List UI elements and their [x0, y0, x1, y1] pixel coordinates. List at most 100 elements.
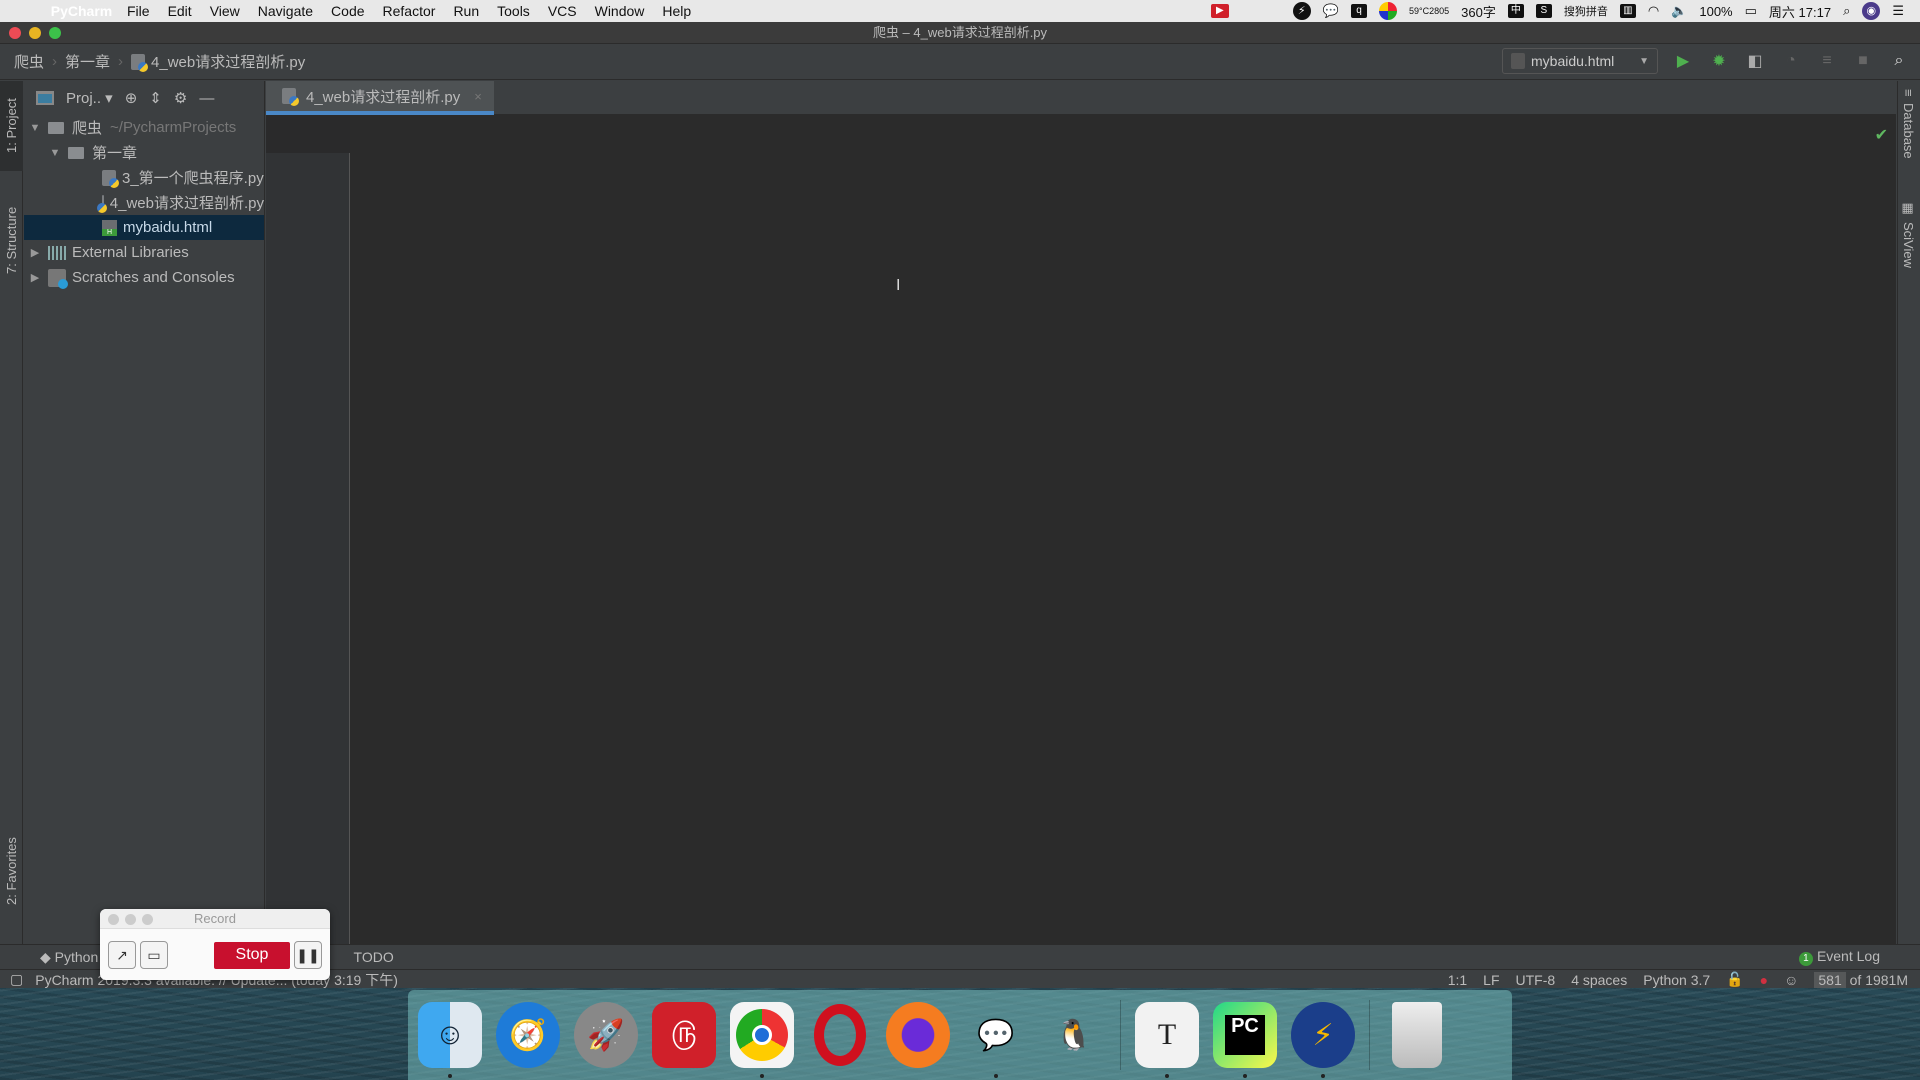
- debug-icon[interactable]: ✹: [1708, 50, 1730, 72]
- lock-icon[interactable]: 🔓: [1726, 971, 1743, 988]
- ime-icon[interactable]: 中: [1507, 4, 1524, 18]
- event-log-button[interactable]: 1 Event Log: [1798, 948, 1920, 966]
- project-view-dropdown[interactable]: Proj.. ▾: [66, 89, 113, 107]
- menu-window[interactable]: Window: [586, 3, 654, 19]
- tab-project[interactable]: 1: Project: [0, 81, 23, 171]
- menu-vcs[interactable]: VCS: [539, 3, 586, 19]
- dock-pycharm-icon[interactable]: PC: [1213, 1002, 1277, 1078]
- dock-thunder-icon[interactable]: ⚡: [1291, 1002, 1355, 1078]
- flash-icon[interactable]: ⚡: [1292, 2, 1311, 20]
- minimize-button[interactable]: [29, 27, 41, 39]
- battery-percent[interactable]: 100%: [1699, 4, 1732, 19]
- menu-refactor[interactable]: Refactor: [374, 3, 445, 19]
- tree-item-root[interactable]: ▼ 爬虫 ~/PycharmProjects: [24, 115, 264, 140]
- menu-edit[interactable]: Edit: [159, 3, 201, 19]
- menu-code[interactable]: Code: [322, 3, 373, 19]
- tool-todo[interactable]: TODO: [354, 949, 394, 965]
- tree-item-file-selected[interactable]: mybaidu.html: [24, 215, 264, 240]
- dock-chrome-icon[interactable]: [730, 1002, 794, 1078]
- tree-item-scratches[interactable]: ▶ Scratches and Consoles: [24, 265, 264, 290]
- siri-icon[interactable]: ◉: [1862, 2, 1881, 20]
- menu-run[interactable]: Run: [444, 3, 488, 19]
- stop-icon[interactable]: ■: [1852, 50, 1874, 72]
- breadcrumb-item[interactable]: 4_web请求过程剖析.py: [151, 51, 305, 72]
- pause-icon[interactable]: ❚❚: [294, 941, 322, 969]
- wifi-icon[interactable]: ◠: [1648, 3, 1659, 19]
- run-icon[interactable]: ▶: [1672, 50, 1694, 72]
- wechat-icon[interactable]: 💬: [1323, 3, 1339, 19]
- sogou-label[interactable]: 搜狗拼音: [1564, 3, 1608, 19]
- expand-icon[interactable]: ▼: [28, 122, 42, 134]
- search-everywhere-icon[interactable]: ⌕: [1888, 50, 1910, 72]
- menu-view[interactable]: View: [201, 3, 249, 19]
- file-encoding[interactable]: UTF-8: [1516, 972, 1556, 988]
- dock-wechat-icon[interactable]: 💬: [964, 1002, 1028, 1078]
- inspection-ok-icon[interactable]: ✔: [1875, 125, 1888, 145]
- temp-readout[interactable]: 59°C 2805: [1409, 6, 1449, 16]
- dock-netease-music-icon[interactable]: ௫: [652, 1002, 716, 1068]
- tab-favorites[interactable]: 2: Favorites: [0, 816, 23, 926]
- dock-trash-icon[interactable]: [1392, 1002, 1442, 1068]
- menu-file[interactable]: File: [118, 3, 159, 19]
- dock-launchpad-icon[interactable]: 🚀: [574, 1002, 638, 1068]
- editor[interactable]: 4_web请求过程剖析.py × ✔ I: [266, 81, 1896, 944]
- gear-icon[interactable]: ⚙: [174, 89, 187, 107]
- concurrency-icon[interactable]: ≡: [1816, 50, 1838, 72]
- breadcrumb-item[interactable]: 爬虫: [14, 51, 44, 72]
- volume-icon[interactable]: 🔈: [1671, 3, 1687, 19]
- datetime[interactable]: 周六 17:17: [1769, 2, 1831, 21]
- dock-qq-icon[interactable]: 🐧: [1042, 1002, 1106, 1068]
- zoom-button[interactable]: [49, 27, 61, 39]
- istat-pie-icon[interactable]: [1378, 2, 1397, 20]
- python-interpreter[interactable]: Python 3.7: [1643, 972, 1710, 988]
- rectangle-tool-icon[interactable]: ▭: [140, 941, 168, 969]
- expand-icon[interactable]: ▶: [28, 271, 42, 284]
- expand-icon[interactable]: ▼: [48, 147, 62, 159]
- dock-safari-icon[interactable]: 🧭: [496, 1002, 560, 1068]
- keyboard-icon[interactable]: ▥: [1619, 4, 1636, 18]
- menu-tools[interactable]: Tools: [488, 3, 539, 19]
- tab-database[interactable]: ≡ Database: [1897, 89, 1920, 158]
- arrow-tool-icon[interactable]: ↗: [108, 941, 136, 969]
- record-minimize-button[interactable]: [125, 914, 136, 925]
- sogou-icon[interactable]: S: [1535, 4, 1552, 18]
- battery-icon[interactable]: ▭: [1745, 3, 1757, 19]
- tree-item-file[interactable]: 4_web请求过程剖析.py: [24, 190, 264, 215]
- dock-firefox-icon[interactable]: [886, 1002, 950, 1068]
- inspector-icon[interactable]: ☺: [1784, 972, 1798, 988]
- panel-toggle-icon[interactable]: ▢: [10, 971, 23, 988]
- notification-center-icon[interactable]: ☰: [1892, 3, 1904, 19]
- close-tab-icon[interactable]: ×: [474, 89, 482, 104]
- char-count[interactable]: 360字: [1461, 2, 1496, 21]
- indent-setting[interactable]: 4 spaces: [1571, 972, 1627, 988]
- menu-help[interactable]: Help: [653, 3, 700, 19]
- memory-indicator[interactable]: 581 of 1981M: [1814, 971, 1908, 988]
- coverage-icon[interactable]: ◧: [1744, 50, 1766, 72]
- error-notifications-icon[interactable]: ●: [1760, 972, 1768, 988]
- screen-record-icon[interactable]: ▶: [1210, 4, 1229, 18]
- record-close-button[interactable]: [108, 914, 119, 925]
- stop-button[interactable]: Stop: [214, 941, 290, 969]
- hide-icon[interactable]: —: [199, 90, 214, 107]
- profile-icon[interactable]: ◔: [1780, 50, 1802, 72]
- editor-tab[interactable]: 4_web请求过程剖析.py ×: [266, 81, 494, 115]
- breadcrumb-item[interactable]: 第一章: [65, 51, 110, 72]
- line-separator[interactable]: LF: [1483, 972, 1499, 988]
- dock-finder-icon[interactable]: ☺: [418, 1002, 482, 1078]
- tab-structure[interactable]: 7: Structure: [0, 185, 23, 295]
- tree-item-external-libraries[interactable]: ▶ External Libraries: [24, 240, 264, 265]
- spotlight-search-icon[interactable]: ⌕: [1843, 3, 1850, 19]
- run-config-dropdown[interactable]: mybaidu.html ▼: [1502, 48, 1658, 74]
- record-zoom-button[interactable]: [142, 914, 153, 925]
- tree-item-file[interactable]: 3_第一个爬虫程序.py: [24, 165, 264, 190]
- dock-typora-icon[interactable]: T: [1135, 1002, 1199, 1078]
- close-button[interactable]: [9, 27, 21, 39]
- dock-opera-icon[interactable]: [808, 1002, 872, 1068]
- clipboard-icon[interactable]: q: [1350, 4, 1367, 18]
- tab-sciview[interactable]: ▦ SciView: [1897, 201, 1920, 268]
- menu-navigate[interactable]: Navigate: [249, 3, 322, 19]
- collapse-all-icon[interactable]: ⇕: [149, 89, 162, 107]
- locate-icon[interactable]: ⊕: [125, 89, 138, 107]
- caret-position[interactable]: 1:1: [1448, 972, 1467, 988]
- expand-icon[interactable]: ▶: [28, 246, 42, 259]
